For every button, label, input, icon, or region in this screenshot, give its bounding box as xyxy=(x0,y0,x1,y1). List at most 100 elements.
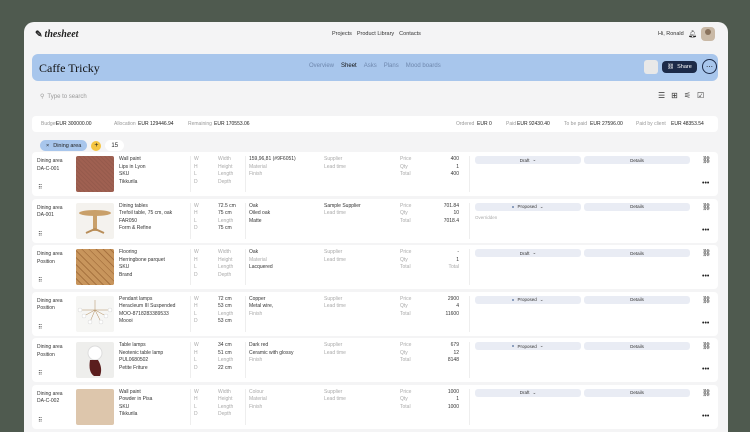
user-greeting: Hi, Ronald xyxy=(658,31,684,37)
details-button[interactable]: Details xyxy=(584,156,690,164)
tab-overview[interactable]: Overview xyxy=(309,63,334,69)
dimensions-cell: Width Height Length Depth xyxy=(218,249,233,279)
table-row[interactable]: Dining area Position ⠿ Pendant lamps Her… xyxy=(32,291,718,336)
list-view-icon[interactable]: ☰ xyxy=(658,91,665,100)
add-filter-icon[interactable]: + xyxy=(91,140,102,151)
product-category: Wall paint xyxy=(119,388,141,395)
drag-handle-icon[interactable]: ⠿ xyxy=(38,370,43,377)
material-finish: Finish xyxy=(249,357,263,363)
project-banner: Caffe Tricky Overview Sheet Asks Plans M… xyxy=(32,54,718,81)
divider xyxy=(245,295,246,332)
paid-by-client-label: Paid by client xyxy=(636,121,666,127)
tab-plans[interactable]: Plans xyxy=(384,63,399,69)
dimensions-cell: 34 cm 51 cm Length 22 cm xyxy=(218,342,233,372)
material-type: Oiled oak xyxy=(249,210,271,216)
product-sku: MOO-8718283389533 xyxy=(119,310,169,317)
product-thumbnail[interactable] xyxy=(76,342,114,378)
dimensions-cell: Width Height Length Depth xyxy=(218,156,233,186)
collaborator-avatar[interactable] xyxy=(644,60,658,74)
status-dropdown[interactable]: Proposed ⌄ xyxy=(475,342,581,350)
link-icon[interactable]: ⛓ xyxy=(702,203,711,211)
nav-link-projects[interactable]: Projects xyxy=(332,31,352,37)
area-cell: Dining area DA-C-002 xyxy=(37,391,63,406)
link-icon[interactable]: ⛓ xyxy=(702,342,711,350)
drag-handle-icon[interactable]: ⠿ xyxy=(38,277,43,284)
dimension-letter: D xyxy=(194,411,198,417)
user-avatar[interactable] xyxy=(701,27,715,41)
drag-handle-icon[interactable]: ⠿ xyxy=(38,324,43,331)
more-options-icon[interactable]: ••• xyxy=(702,320,709,327)
checkbox-icon[interactable]: ☑ xyxy=(697,91,704,100)
details-button[interactable]: Details xyxy=(584,202,690,211)
to-be-paid-value: EUR 27596.00 xyxy=(590,121,623,127)
more-options-icon[interactable]: ⋯ xyxy=(702,59,717,74)
nav-link-contacts[interactable]: Contacts xyxy=(399,31,421,37)
filter-sliders-icon[interactable]: ⚟ xyxy=(684,91,691,100)
material-colour: Colour xyxy=(249,388,264,395)
more-options-icon[interactable]: ••• xyxy=(702,366,709,373)
link-icon[interactable]: ⛓ xyxy=(702,389,711,397)
product-thumbnail[interactable] xyxy=(76,156,114,192)
more-options-icon[interactable]: ••• xyxy=(702,180,709,187)
product-thumbnail[interactable] xyxy=(76,388,114,425)
details-button[interactable]: Details xyxy=(584,342,690,350)
drag-handle-icon[interactable]: ⠿ xyxy=(38,184,43,191)
tab-asks[interactable]: Asks xyxy=(364,63,377,69)
dimension-length: Length xyxy=(218,264,234,270)
total-value: 11600 xyxy=(445,310,459,317)
material-type: Metal wire, xyxy=(249,303,274,309)
logo[interactable]: ✎ thesheet xyxy=(35,29,78,40)
product-thumbnail[interactable] xyxy=(76,249,114,285)
position-code: Position xyxy=(37,305,55,311)
dimension-width: Width xyxy=(218,388,231,395)
more-options-icon[interactable]: ••• xyxy=(702,227,709,234)
filter-chip-dining-area[interactable]: × Dining area xyxy=(40,140,88,151)
table-row[interactable]: Dining area Position ⠿ Flooring Herringb… xyxy=(32,245,718,289)
dimension-width: 34 cm xyxy=(218,342,232,348)
supplier-name: Supplier xyxy=(324,342,343,348)
drag-handle-icon[interactable]: ⠿ xyxy=(38,231,43,238)
status-dropdown[interactable]: Draft ⌄ xyxy=(475,156,581,164)
tab-sheet[interactable]: Sheet xyxy=(341,63,357,69)
dimension-letter: H xyxy=(194,210,198,216)
tab-mood-boards[interactable]: Mood boards xyxy=(406,63,441,69)
product-sku: SKU xyxy=(119,264,130,270)
link-icon[interactable]: ⛓ xyxy=(702,156,711,164)
supplier-name: Supplier xyxy=(324,249,343,255)
link-icon[interactable]: ⛓ xyxy=(702,249,711,257)
dimension-height: Height xyxy=(218,256,233,263)
price-labels: Price Qty Total xyxy=(400,156,411,179)
chevron-down-icon: ⌄ xyxy=(539,296,544,302)
details-button[interactable]: Details xyxy=(584,388,690,397)
close-icon[interactable]: × xyxy=(46,143,49,149)
more-options-icon[interactable]: ••• xyxy=(702,273,709,280)
status-dropdown[interactable]: Draft ⌄ xyxy=(475,388,581,397)
product-category: Table lamps xyxy=(119,342,146,348)
drag-handle-icon[interactable]: ⠿ xyxy=(38,417,43,424)
grid-view-icon[interactable]: ⊞ xyxy=(671,91,678,100)
dimension-width: Width xyxy=(218,249,231,255)
table-row[interactable]: Dining area Position ⠿ Table lamps Neote… xyxy=(32,338,718,382)
material-colour: Copper xyxy=(249,295,266,302)
divider xyxy=(469,342,470,378)
table-row[interactable]: Dining area DA-C-001 ⠿ Wall paint Lips i… xyxy=(32,152,718,196)
quantity-value: 1 xyxy=(456,396,459,402)
details-button[interactable]: Details xyxy=(584,249,690,257)
bell-icon[interactable]: 🔔︎ xyxy=(688,30,697,38)
search-bar[interactable]: ⚲ Type to search xyxy=(40,93,87,101)
status-dropdown[interactable]: Draft ⌄ xyxy=(475,249,581,257)
table-row[interactable]: Dining area DA-001 ⠿ Dining tables Trefo… xyxy=(32,198,718,243)
link-icon[interactable]: ⛓ xyxy=(702,296,711,304)
nav-link-product-library[interactable]: Product Library xyxy=(357,31,394,37)
divider xyxy=(469,249,470,285)
details-button[interactable]: Details xyxy=(584,295,690,304)
product-thumbnail[interactable] xyxy=(76,202,114,239)
product-thumbnail[interactable] xyxy=(76,295,114,332)
more-options-icon[interactable]: ••• xyxy=(702,413,709,420)
details-label: Details xyxy=(630,157,644,163)
lead-time: Lead time xyxy=(324,256,346,263)
status-dropdown[interactable]: Proposed ⌄ xyxy=(475,295,581,304)
share-button[interactable]: ⛓ Share xyxy=(662,61,697,73)
search-input[interactable]: Type to search xyxy=(47,94,86,100)
status-dropdown[interactable]: Proposed ⌄ xyxy=(475,202,581,211)
